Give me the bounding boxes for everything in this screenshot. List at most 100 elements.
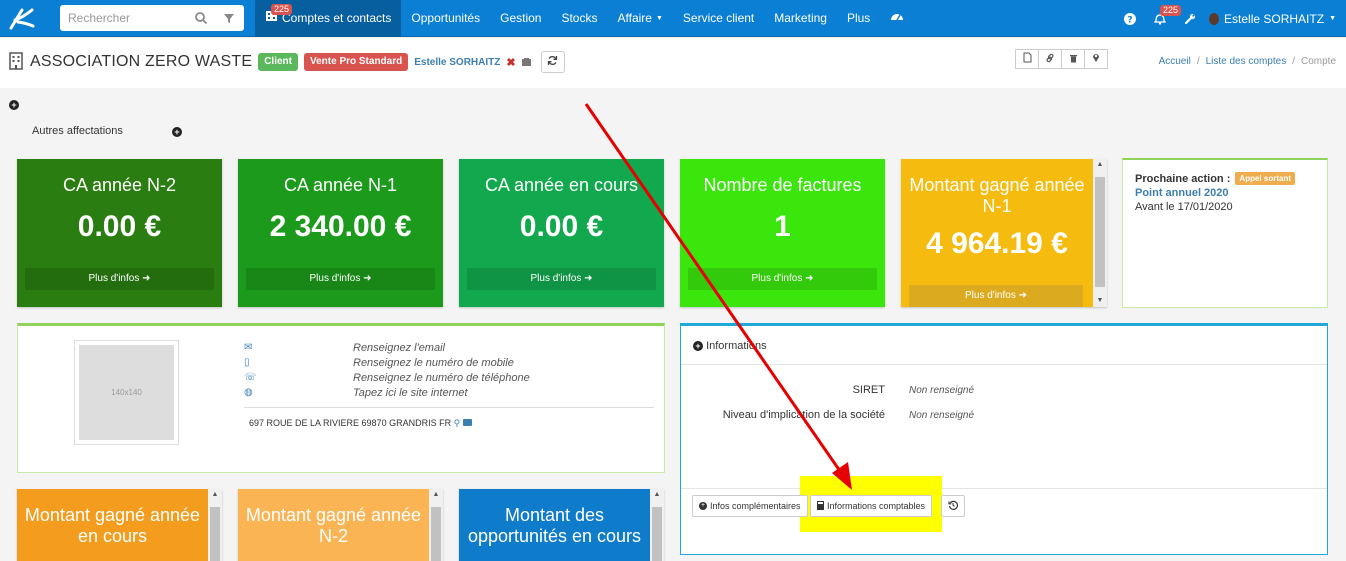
- nav-service-client[interactable]: Service client: [673, 0, 764, 37]
- account-photo[interactable]: 140x140: [74, 340, 179, 445]
- add-circle-icon[interactable]: +: [9, 100, 19, 110]
- account-header: ASSOCIATION ZERO WASTE Client Vente Pro …: [0, 38, 1346, 88]
- mobile-row[interactable]: ▯ Renseignez le numéro de mobile: [244, 355, 514, 370]
- tile-scrollbar[interactable]: ▲: [650, 489, 664, 561]
- add-affectation-icon[interactable]: +: [172, 127, 182, 137]
- map-marker-icon[interactable]: ⚲: [454, 418, 461, 428]
- nav-label: Marketing: [774, 11, 827, 25]
- phone-value: Renseignez le numéro de téléphone: [353, 371, 530, 384]
- arrow-circle-right-icon: ➜: [142, 273, 151, 284]
- scroll-thumb[interactable]: [1095, 177, 1105, 287]
- scroll-up-icon[interactable]: ▲: [650, 489, 664, 501]
- nav-comptes-et-contacts[interactable]: 225 Comptes et contacts: [255, 0, 402, 37]
- calculator-icon: [817, 500, 824, 512]
- button-label: Informations comptables: [827, 501, 926, 511]
- address: 697 ROUE DE LA RIVIERE 69870 GRANDRIS FR…: [249, 418, 472, 429]
- map-button[interactable]: [1084, 49, 1108, 69]
- kpi-more-link[interactable]: Plus d'infos ➜: [25, 268, 214, 290]
- kpi-title: Montant des opportunités en cours: [467, 505, 642, 546]
- arrow-circle-right-icon: ➜: [805, 273, 814, 284]
- refresh-icon: [547, 55, 558, 69]
- remove-owner-icon[interactable]: ✖: [506, 56, 515, 69]
- kpi-more-link[interactable]: Plus d'infos ➜: [688, 268, 877, 290]
- trash-icon: [1069, 52, 1078, 66]
- kpi-title: CA année en cours: [484, 175, 639, 195]
- help-icon[interactable]: ?: [1115, 0, 1145, 37]
- globe-icon: ◍: [244, 387, 253, 398]
- nav-label: Service client: [682, 11, 755, 25]
- right-nav: ? 225 Estelle SORHAITZ ▼: [1115, 0, 1346, 37]
- kpi-value: 2 340.00 €: [269, 210, 412, 243]
- map-marker-icon: [1092, 52, 1100, 66]
- scroll-up-icon[interactable]: ▲: [208, 489, 222, 501]
- kpi-more-link[interactable]: Plus d'infos ➜: [909, 285, 1083, 307]
- informations-panel: + Informations SIRET Non renseigné Nivea…: [680, 323, 1328, 555]
- nav-plus[interactable]: Plus: [837, 0, 880, 37]
- search-input[interactable]: [60, 5, 190, 31]
- envelope-icon[interactable]: [462, 419, 472, 426]
- kpi-value: 0.00 €: [519, 210, 604, 243]
- nav-label: Plus: [846, 11, 871, 25]
- scroll-thumb[interactable]: [652, 507, 662, 561]
- tile-scrollbar[interactable]: ▲: [208, 489, 222, 561]
- nav-stocks[interactable]: Stocks: [551, 0, 607, 37]
- filter-icon[interactable]: [222, 11, 236, 25]
- delete-button[interactable]: [1061, 49, 1085, 69]
- top-navbar: 225 Comptes et contacts Opportunités Ges…: [0, 0, 1346, 37]
- wrench-icon[interactable]: [1175, 0, 1205, 37]
- breadcrumb-separator: /: [1196, 56, 1200, 67]
- website-row[interactable]: ◍ Tapez ici le site internet: [244, 385, 468, 400]
- envelope-icon: ✉: [244, 342, 253, 353]
- email-row[interactable]: ✉ Renseignez l'email: [244, 340, 445, 355]
- nav-opportunites[interactable]: Opportunités: [401, 0, 490, 37]
- phone-row[interactable]: ☏ Renseignez le numéro de téléphone: [244, 370, 530, 385]
- informations-comptables-button[interactable]: Informations comptables: [810, 495, 933, 517]
- tile-scrollbar[interactable]: ▲ ▼: [1093, 159, 1107, 307]
- nav-label: Comptes et contacts: [282, 11, 392, 25]
- app-logo[interactable]: [8, 6, 36, 30]
- autres-affectations-label: Autres affectations: [32, 125, 123, 137]
- next-action-link[interactable]: Point annuel 2020: [1135, 187, 1229, 199]
- scroll-thumb[interactable]: [210, 507, 220, 561]
- owner-link[interactable]: Estelle SORHAITZ: [414, 57, 500, 68]
- history-button[interactable]: [941, 495, 965, 517]
- breadcrumb-liste-des-comptes[interactable]: Liste des comptes: [1206, 56, 1287, 67]
- nav-label: Stocks: [561, 11, 598, 25]
- scroll-down-icon[interactable]: ▼: [1093, 295, 1107, 307]
- nav-affaire[interactable]: Affaire ▼: [607, 0, 672, 37]
- caret-down-icon: ▼: [655, 15, 663, 22]
- arrow-circle-right-icon: ➜: [363, 273, 372, 284]
- user-menu[interactable]: Estelle SORHAITZ ▼: [1205, 12, 1346, 26]
- caret-down-icon: ▼: [1329, 15, 1336, 22]
- kpi-tile-ca-en-cours: CA année en cours 0.00 € Plus d'infos ➜: [459, 159, 664, 307]
- breadcrumb-accueil[interactable]: Accueil: [1159, 56, 1191, 67]
- breadcrumb-current: Compte: [1300, 56, 1336, 67]
- informations-header[interactable]: + Informations: [693, 340, 767, 352]
- tile-scrollbar[interactable]: ▲: [429, 489, 443, 561]
- kpi-tile-montant-gagne-n2: Montant gagné année N-2 ▲: [238, 489, 443, 561]
- implication-label: Niveau d'implication de la société: [722, 409, 885, 421]
- phone-icon: ☏: [244, 372, 257, 383]
- scroll-thumb[interactable]: [431, 507, 441, 561]
- more-label: Plus d'infos: [751, 273, 803, 284]
- nav-dashboard[interactable]: [880, 0, 914, 37]
- pdf-button[interactable]: [1015, 49, 1039, 69]
- more-label: Plus d'infos: [88, 273, 140, 284]
- file-pdf-icon: [1023, 52, 1032, 66]
- email-value: Renseignez l'email: [353, 341, 445, 354]
- search-icon[interactable]: [194, 11, 208, 25]
- link-button[interactable]: [1038, 49, 1062, 69]
- scroll-up-icon[interactable]: ▲: [429, 489, 443, 501]
- refresh-button[interactable]: [540, 51, 565, 73]
- kpi-more-link[interactable]: Plus d'infos ➜: [246, 268, 435, 290]
- owner-card-icon[interactable]: [521, 55, 531, 69]
- scroll-up-icon[interactable]: ▲: [1093, 159, 1107, 171]
- nav-gestion[interactable]: Gestion: [490, 0, 551, 37]
- nav-marketing[interactable]: Marketing: [764, 0, 837, 37]
- infos-complementaires-button[interactable]: + Infos complémentaires: [692, 495, 808, 517]
- notifications-bell-icon[interactable]: 225: [1145, 0, 1182, 37]
- kpi-more-link[interactable]: Plus d'infos ➜: [467, 268, 656, 290]
- kpi-title: Montant gagné année en cours: [24, 505, 201, 546]
- implication-value: Non renseigné: [909, 410, 975, 421]
- nav-label: Opportunités: [411, 11, 481, 25]
